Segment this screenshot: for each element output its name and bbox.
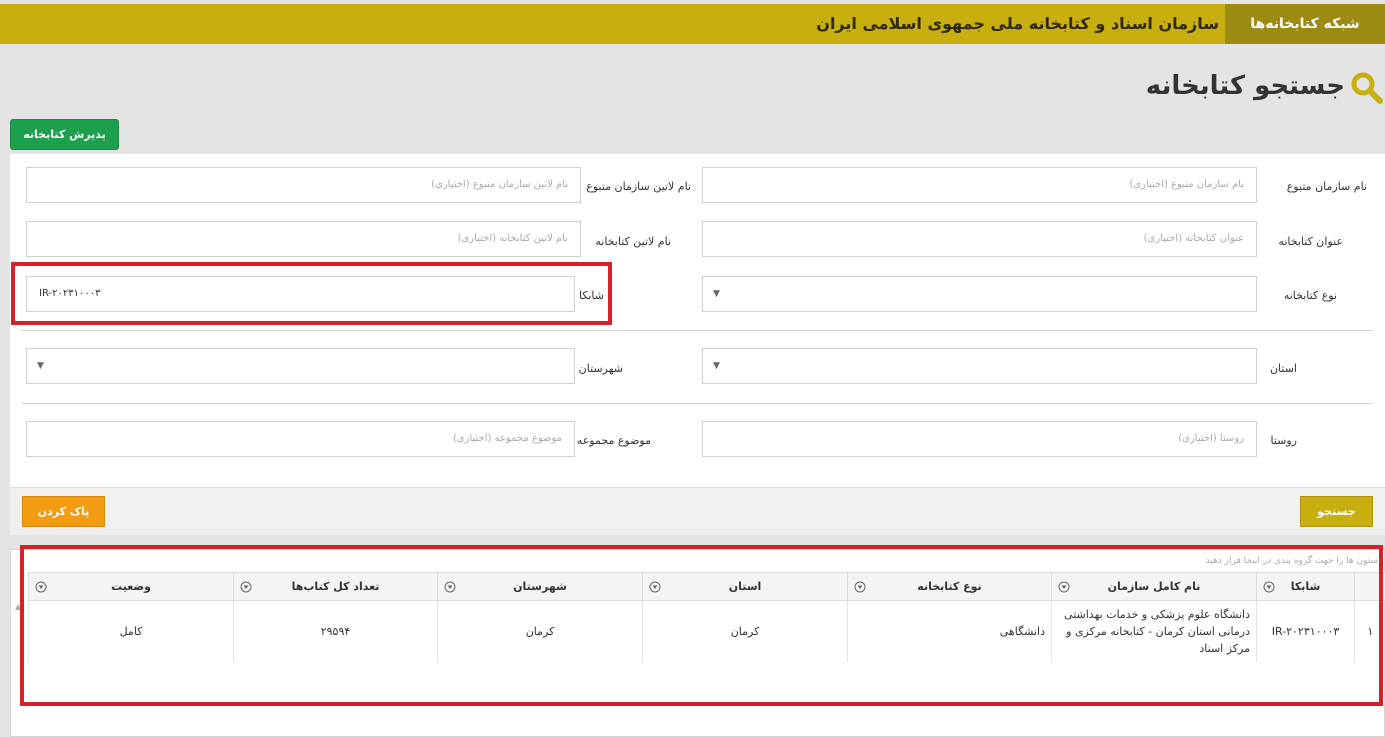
filter-icon[interactable] <box>35 581 47 593</box>
village-label: روستا <box>1270 434 1297 447</box>
header-province[interactable]: استان <box>642 573 847 602</box>
header-label: نوع کتابخانه <box>917 580 982 593</box>
filter-icon[interactable] <box>1263 581 1275 593</box>
row-type: دانشگاهی <box>847 601 1051 662</box>
city-label: شهرستان <box>578 362 623 375</box>
filter-icon[interactable] <box>1058 581 1070 593</box>
header-status[interactable]: وضعیت <box>28 573 233 602</box>
header-label: شهرستان <box>513 580 567 593</box>
collection-topic-input[interactable]: موضوع مجموعه (اختیاری) <box>26 421 575 457</box>
grid-header: شابکا نام کامل سازمان نوع کتابخانه استان… <box>28 572 1385 602</box>
search-form-panel: نام سازمان متبوع نام سازمان متبوع (اختیا… <box>10 154 1385 534</box>
library-title-input[interactable]: عنوان کتابخانه (اختیاری) <box>702 221 1257 257</box>
library-latin-input[interactable]: نام لاتین کتابخانه (اختیاری) <box>26 221 581 257</box>
library-latin-label: نام لاتین کتابخانه <box>595 235 671 248</box>
form-actions-bar: جستجو پاک کردن <box>10 487 1385 535</box>
header-type[interactable]: نوع کتابخانه <box>847 573 1051 602</box>
filter-icon[interactable] <box>240 581 252 593</box>
table-row[interactable]: ۱ IR-۲۰۲۳۱۰۰۰۳ دانشگاه علوم پزشکی و خدما… <box>28 601 1385 662</box>
filter-icon[interactable] <box>854 581 866 593</box>
header-label: استان <box>728 580 762 593</box>
org-name-input[interactable]: نام سازمان متبوع (اختیاری) <box>702 167 1257 203</box>
accept-library-button[interactable]: پذیرش کتابخانه <box>10 119 119 150</box>
header-label: وضعیت <box>111 580 151 593</box>
top-header-bar: شبکه کتابخانه‌ها سازمان اسناد و کتابخانه… <box>0 4 1385 44</box>
row-total-books: ۲۹۵۹۴ <box>233 601 437 662</box>
header-label: شابکا <box>1290 580 1321 593</box>
header-full-name[interactable]: نام کامل سازمان <box>1051 573 1256 602</box>
chevron-down-icon: ▼ <box>713 289 720 299</box>
city-select[interactable]: ▼ <box>26 348 575 384</box>
org-title: سازمان اسناد و کتابخانه ملی جمهوی اسلامی… <box>816 14 1219 33</box>
row-full-name: دانشگاه علوم پزشکی و خدمات بهداشتی درمان… <box>1051 601 1256 662</box>
org-latin-input[interactable]: نام لاتین سازمان متبوع (اختیاری) <box>26 167 581 203</box>
scroll-up-icon[interactable]: ▲ <box>15 602 21 611</box>
brand-label[interactable]: شبکه کتابخانه‌ها <box>1225 4 1385 44</box>
library-type-select[interactable]: ▼ <box>702 276 1257 312</box>
collection-topic-label: موضوع مجموعه <box>576 434 651 447</box>
row-status: کامل <box>28 601 233 662</box>
header-index <box>1354 573 1385 602</box>
header-label: تعداد کل کتاب‌ها <box>291 580 380 593</box>
shabka-label: شابکا <box>578 289 604 302</box>
header-total-books[interactable]: تعداد کل کتاب‌ها <box>233 573 437 602</box>
search-button[interactable]: جستجو <box>1300 496 1373 527</box>
chevron-down-icon: ▼ <box>713 361 720 371</box>
shabka-input[interactable]: IR-۲۰۲۳۱۰۰۰۳ <box>26 276 575 312</box>
row-index: ۱ <box>1354 601 1385 662</box>
province-label: استان <box>1269 362 1297 375</box>
village-input[interactable]: روستا (اختیاری) <box>702 421 1257 457</box>
row-city: کرمان <box>437 601 642 662</box>
library-type-label: نوع کتابخانه <box>1283 289 1337 302</box>
results-grid: ستون ها را جهت گروه بندی در اینجا قرار د… <box>10 549 1385 737</box>
filter-icon[interactable] <box>649 581 661 593</box>
header-label: نام کامل سازمان <box>1107 580 1201 593</box>
divider <box>22 403 1373 404</box>
library-title-label: عنوان کتابخانه <box>1278 235 1343 248</box>
chevron-down-icon: ▼ <box>37 361 44 371</box>
group-by-hint: ستون ها را جهت گروه بندی در اینجا قرار د… <box>1205 556 1378 566</box>
org-name-label: نام سازمان متبوع <box>1286 180 1367 193</box>
search-icon <box>1351 72 1383 104</box>
row-province: کرمان <box>642 601 847 662</box>
header-shabka[interactable]: شابکا <box>1256 573 1354 602</box>
header-city[interactable]: شهرستان <box>437 573 642 602</box>
filter-icon[interactable] <box>444 581 456 593</box>
divider <box>22 330 1373 331</box>
page-title: جستجو کتابخانه <box>1145 71 1345 101</box>
row-shabka: IR-۲۰۲۳۱۰۰۰۳ <box>1256 601 1354 662</box>
province-select[interactable]: ▼ <box>702 348 1257 384</box>
org-latin-label: نام لاتین سازمان متبوع <box>586 180 691 193</box>
clear-button[interactable]: پاک کردن <box>22 496 105 527</box>
